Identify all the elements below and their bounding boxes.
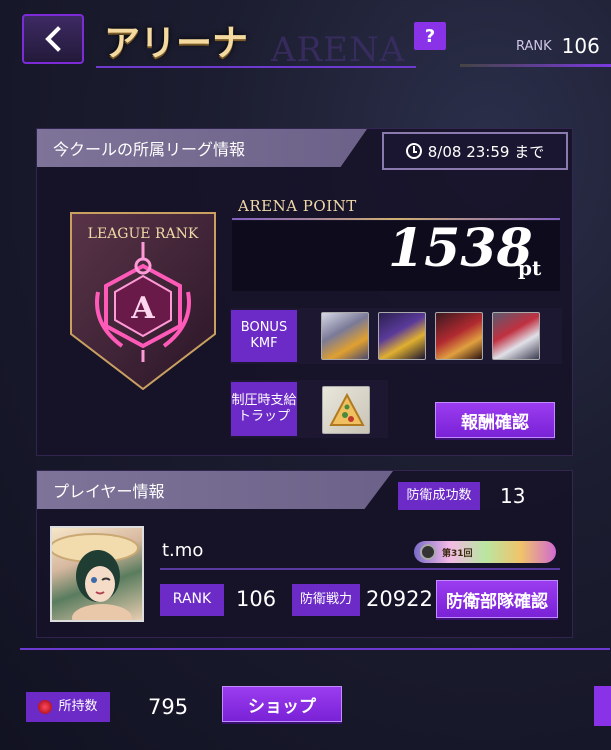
event-rank-badge[interactable]: 第31回 (414, 541, 556, 563)
page-title-japanese: アリーナ (104, 22, 249, 64)
trap-label-line2: トラップ (237, 409, 290, 424)
player-section-title: プレイヤー情報 (53, 482, 165, 501)
player-avatar[interactable] (50, 526, 144, 622)
kmf-unit-4-icon[interactable] (492, 312, 540, 360)
section-divider (20, 648, 610, 650)
player-name: t.mo (162, 540, 204, 561)
pizza-icon (329, 392, 365, 426)
page-title: ARENA アリーナ (96, 10, 426, 70)
avatar-portrait-icon (52, 533, 139, 620)
owned-count-label: 所持数 (58, 698, 98, 714)
shop-button[interactable]: ショップ (222, 686, 342, 722)
arena-point-value: 1538 (388, 218, 533, 279)
deadline-text: 8/08 23:59 まで (427, 142, 545, 161)
side-menu-button[interactable] (594, 686, 611, 726)
player-name-underline (160, 568, 560, 570)
bonus-kmf-tag: BONUS KMF (231, 310, 297, 362)
defense-success-tag: 防衛成功数 (398, 482, 480, 510)
player-rank-value: 106 (236, 587, 277, 611)
player-rank-tag: RANK (160, 584, 224, 616)
rank-underline (460, 64, 611, 67)
league-rank-badge: A LEAGUE RANK (70, 212, 216, 391)
kmf-unit-2-icon[interactable] (378, 312, 426, 360)
owned-count-value: 795 (148, 695, 189, 719)
help-button[interactable]: ? (414, 22, 446, 50)
trap-tag: 制圧時支給 トラップ (231, 382, 297, 436)
player-section-header: プレイヤー情報 (37, 471, 393, 509)
defense-power-tag: 防衛戦力 (292, 584, 360, 616)
league-section-title: 今クールの所属リーグ情報 (53, 140, 246, 159)
back-button[interactable] (22, 14, 84, 64)
rank-label: RANK (516, 38, 552, 54)
event-badge-text: 第31回 (442, 548, 473, 559)
red-gem-icon (38, 700, 53, 714)
rank-value: 106 (561, 34, 600, 58)
defense-team-button[interactable]: 防衛部隊確認 (436, 580, 558, 618)
page-title-english: ARENA (271, 30, 406, 70)
clock-icon (405, 143, 422, 159)
trap-pizza-icon[interactable] (322, 386, 370, 434)
trap-label-line1: 制圧時支給 (231, 392, 297, 408)
chevron-left-icon (45, 26, 61, 52)
defense-success-value: 13 (500, 484, 526, 508)
league-rank-letter: A (130, 291, 155, 326)
defense-power-value: 20922 (366, 587, 433, 611)
title-underline (96, 66, 416, 68)
bonus-label-line1: BONUS (240, 319, 288, 335)
league-rank-label: LEAGUE RANK (87, 226, 199, 242)
arena-point-label: ARENA POINT (238, 197, 357, 215)
medal-icon (420, 544, 436, 560)
player-rank-header: RANK 106 (468, 28, 611, 64)
league-deadline: 8/08 23:59 まで (382, 132, 568, 170)
kmf-unit-3-icon[interactable] (435, 312, 483, 360)
reward-check-button[interactable]: 報酬確認 (435, 402, 555, 438)
kmf-unit-1-icon[interactable] (321, 312, 369, 360)
arena-point-unit: pt (518, 256, 542, 280)
league-section-header: 今クールの所属リーグ情報 (37, 129, 367, 167)
owned-count-tag: 所持数 (26, 692, 110, 722)
bonus-label-line2: KMF (250, 336, 278, 351)
